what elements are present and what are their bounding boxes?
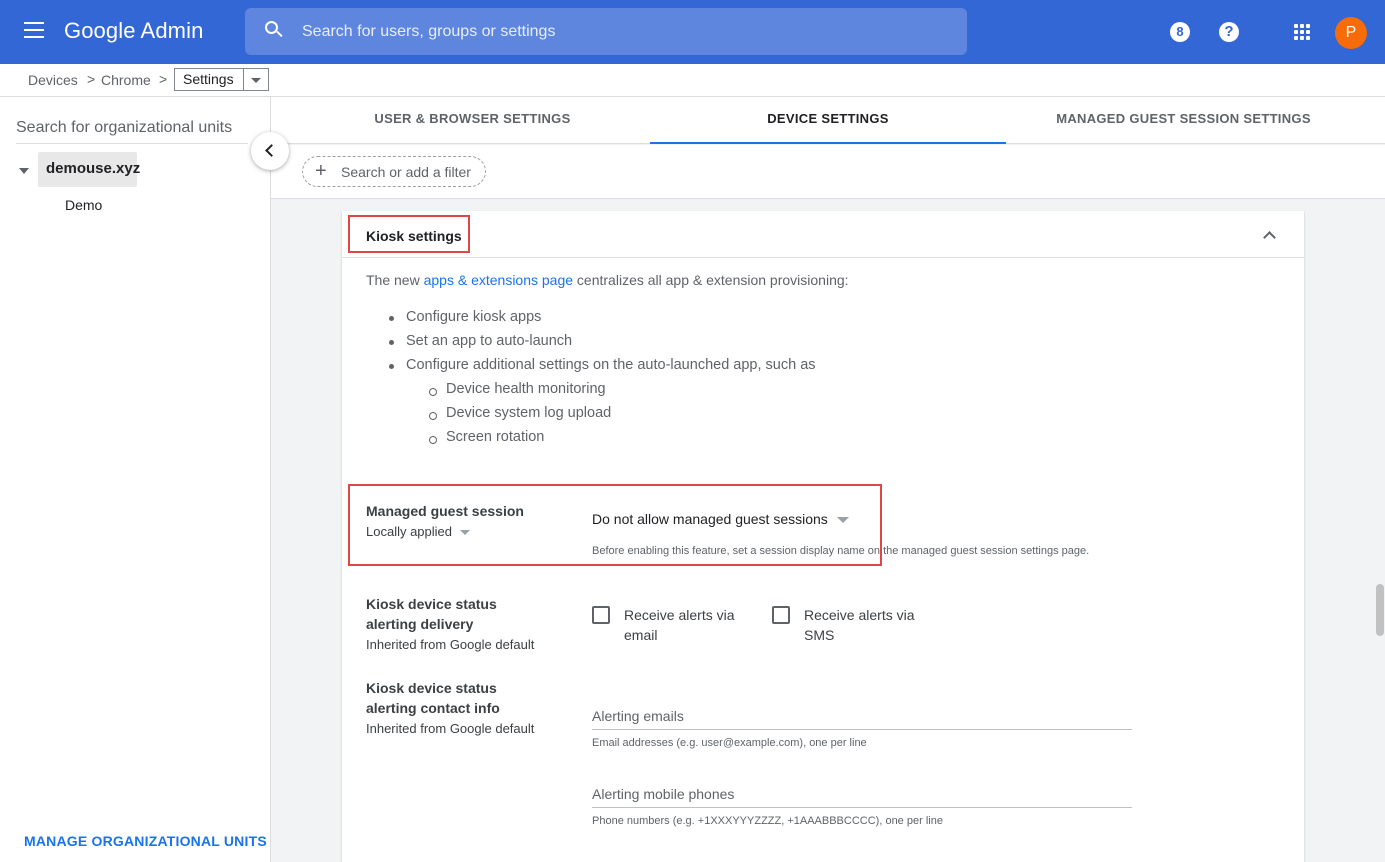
- notifications-icon[interactable]: 8: [1170, 22, 1190, 42]
- tree-expand-icon[interactable]: [19, 168, 29, 174]
- org-unit-search-input[interactable]: Search for organizational units: [16, 119, 248, 137]
- alerting-emails-input[interactable]: Alerting emails: [592, 708, 684, 724]
- breadcrumb-current-settings[interactable]: Settings: [174, 68, 244, 91]
- main-content: USER & BROWSER SETTINGS DEVICE SETTINGS …: [271, 97, 1385, 862]
- alerting-phones-helper: Phone numbers (e.g. +1XXXYYYZZZZ, +1AAAB…: [592, 815, 943, 827]
- search-icon: [265, 21, 283, 39]
- account-avatar[interactable]: P: [1335, 17, 1367, 49]
- list-item: Configure additional settings on the aut…: [389, 357, 816, 381]
- alert-contact-label: Kiosk device status alerting contact inf…: [366, 680, 500, 716]
- list-item: Device system log upload: [429, 405, 816, 429]
- global-search-placeholder: Search for users, groups or settings: [302, 23, 556, 40]
- list-item: Device health monitoring: [429, 381, 816, 405]
- app-logo[interactable]: Google Admin: [64, 18, 203, 44]
- alert-contact-status: Inherited from Google default: [366, 721, 535, 736]
- intro-prefix: The new: [366, 272, 424, 288]
- alert-delivery-status: Inherited from Google default: [366, 637, 535, 652]
- plus-icon: +: [315, 160, 327, 182]
- filter-bar: + Search or add a filter: [271, 145, 1385, 199]
- managed-guest-session-select[interactable]: Do not allow managed guest sessions: [592, 511, 849, 527]
- tab-user-browser-settings[interactable]: USER & BROWSER SETTINGS: [295, 97, 650, 144]
- settings-tabs: USER & BROWSER SETTINGS DEVICE SETTINGS …: [271, 97, 1385, 144]
- filter-placeholder: Search or add a filter: [341, 164, 471, 180]
- receive-alerts-email-checkbox[interactable]: [592, 606, 610, 624]
- breadcrumb: Devices > Chrome > Settings: [0, 64, 1385, 97]
- add-filter-button[interactable]: + Search or add a filter: [302, 156, 486, 187]
- feature-list: Configure kiosk apps Set an app to auto-…: [389, 309, 816, 453]
- card-header[interactable]: Kiosk settings: [342, 211, 1304, 258]
- chevron-down-icon: [460, 530, 471, 536]
- intro-suffix: centralizes all app & extension provisio…: [573, 272, 849, 288]
- select-value-text: Do not allow managed guest sessions: [592, 511, 828, 527]
- status-text: Locally applied: [366, 524, 453, 539]
- chevron-up-icon[interactable]: [1263, 231, 1276, 244]
- help-icon[interactable]: ?: [1219, 22, 1239, 42]
- alerting-phones-underline: [592, 807, 1132, 808]
- main-scrollbar[interactable]: [1376, 584, 1384, 636]
- receive-alerts-email-label[interactable]: Receive alerts via email: [624, 605, 749, 645]
- org-unit-demo[interactable]: Demo: [65, 197, 102, 213]
- breadcrumb-chrome[interactable]: Chrome: [101, 72, 151, 88]
- receive-alerts-sms-checkbox[interactable]: [772, 606, 790, 624]
- global-search-input[interactable]: Search for users, groups or settings: [245, 8, 967, 55]
- list-item: Configure kiosk apps: [389, 309, 816, 333]
- org-unit-sidebar: Search for organizational units demouse.…: [0, 97, 271, 862]
- list-item: Set an app to auto-launch: [389, 333, 816, 357]
- tab-device-settings[interactable]: DEVICE SETTINGS: [650, 97, 1006, 144]
- breadcrumb-dropdown-button[interactable]: [244, 68, 269, 91]
- breadcrumb-separator: >: [87, 71, 96, 87]
- managed-guest-session-status[interactable]: Locally applied: [366, 524, 471, 539]
- alerting-emails-underline: [592, 729, 1132, 730]
- org-unit-root[interactable]: demouse.xyz: [38, 152, 140, 187]
- sub-feature-list: Device health monitoring Device system l…: [406, 381, 816, 453]
- list-item: Screen rotation: [429, 429, 816, 453]
- breadcrumb-separator: >: [159, 71, 168, 87]
- managed-guest-session-label: Managed guest session: [366, 503, 524, 519]
- apps-grid-icon[interactable]: [1294, 24, 1311, 41]
- alerting-phones-input[interactable]: Alerting mobile phones: [592, 786, 734, 802]
- alert-delivery-label: Kiosk device status alerting delivery: [366, 596, 497, 632]
- chevron-down-icon: [836, 517, 849, 524]
- collapse-sidebar-button[interactable]: [251, 132, 289, 170]
- alerting-emails-helper: Email addresses (e.g. user@example.com),…: [592, 737, 867, 749]
- managed-guest-session-helper: Before enabling this feature, set a sess…: [592, 545, 1090, 557]
- kiosk-settings-card: Kiosk settings The new apps & extensions…: [342, 211, 1304, 862]
- receive-alerts-sms-label[interactable]: Receive alerts via SMS: [804, 605, 929, 645]
- top-app-bar: Google Admin Search for users, groups or…: [0, 0, 1385, 64]
- highlight-box: [348, 215, 470, 253]
- org-unit-search-underline: [16, 143, 248, 144]
- breadcrumb-devices[interactable]: Devices: [28, 72, 78, 88]
- manage-org-units-link[interactable]: MANAGE ORGANIZATIONAL UNITS: [24, 833, 267, 849]
- intro-text: The new apps & extensions page centraliz…: [366, 272, 849, 288]
- tab-managed-guest-session-settings[interactable]: MANAGED GUEST SESSION SETTINGS: [1006, 97, 1361, 144]
- apps-extensions-link[interactable]: apps & extensions page: [424, 272, 573, 288]
- hamburger-menu-icon[interactable]: [24, 22, 46, 40]
